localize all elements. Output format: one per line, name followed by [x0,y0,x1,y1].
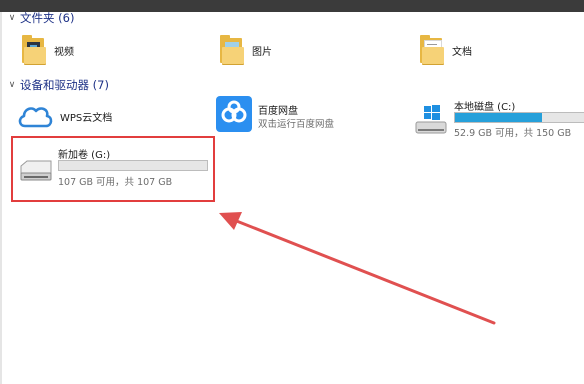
cloud-icon [18,107,53,128]
baidu-netdisk-icon [216,96,252,132]
file-explorer-content: ∨ 文件夹 (6) 视频 图片 文档 ∨ 设备和驱动器 (7) WPS云文档 百… [0,0,584,384]
device-wps-cloud[interactable]: WPS云文档 [16,98,136,134]
device-name: 百度网盘 [258,106,298,117]
folder-name: 视频 [54,46,74,58]
chevron-down-icon: ∨ [8,80,16,90]
documents-folder-icon [420,35,446,65]
folder-name: 文档 [452,46,472,58]
capacity-bar [454,112,584,123]
folder-item-pictures[interactable]: 图片 [220,32,272,68]
windows-drive-icon [415,105,447,134]
capacity-bar-fill [455,113,543,122]
device-baidu-netdisk[interactable]: 百度网盘 双击运行百度网盘 [216,96,376,136]
annotation-highlight-box [11,136,215,202]
folder-name: 图片 [252,46,272,58]
window-top-band [0,0,584,12]
devices-section-header[interactable]: ∨ 设备和驱动器 (7) [6,76,109,94]
folders-section-header[interactable]: ∨ 文件夹 (6) [6,9,75,27]
devices-header-label: 设备和驱动器 (7) [20,78,109,92]
device-name: WPS云文档 [60,112,113,124]
device-name: 本地磁盘 (C:) [454,102,516,113]
device-description: 双击运行百度网盘 [258,119,335,130]
folder-item-documents[interactable]: 文档 [420,32,472,68]
device-local-disk-c[interactable]: 本地磁盘 (C:) 52.9 GB 可用，共 150 GB [414,98,584,139]
folders-header-label: 文件夹 (6) [20,11,75,25]
free-space-text: 52.9 GB 可用，共 150 GB [454,128,572,139]
video-folder-icon [22,35,48,65]
folder-item-videos[interactable]: 视频 [22,32,74,68]
chevron-down-icon: ∨ [8,13,16,23]
pictures-folder-icon [220,35,246,65]
left-border [0,12,2,384]
